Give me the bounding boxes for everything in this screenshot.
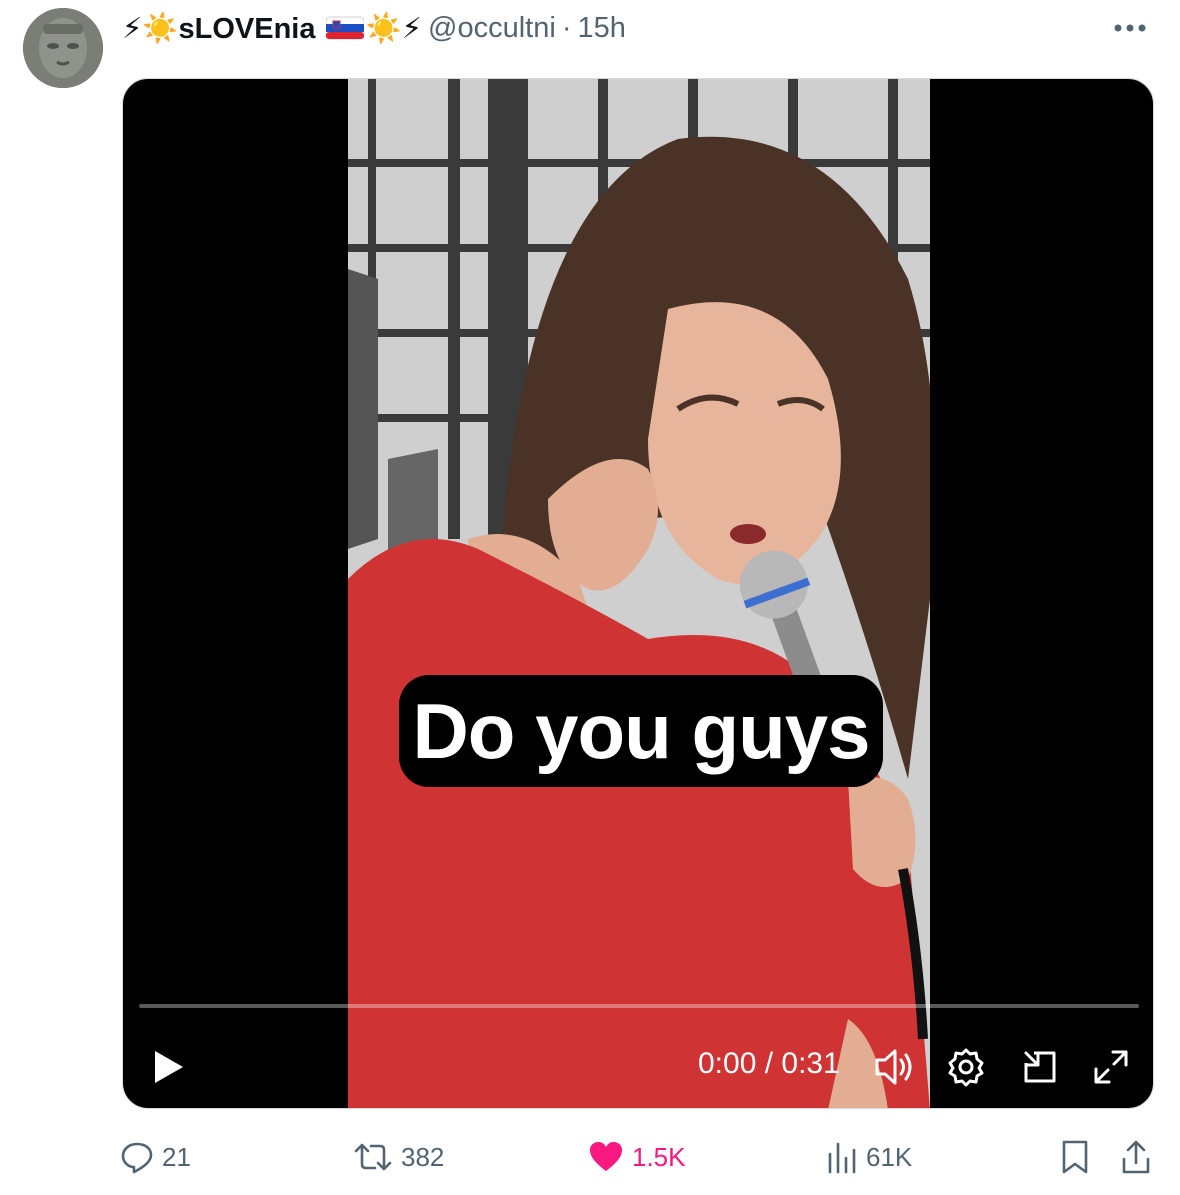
more-icon <box>1114 24 1146 32</box>
video-caption: Do you guys <box>399 675 883 787</box>
more-button[interactable] <box>1110 10 1150 46</box>
repost-icon <box>354 1143 392 1171</box>
volume-button[interactable] <box>873 1047 915 1087</box>
reply-count: 21 <box>162 1141 191 1172</box>
repost-count: 382 <box>401 1141 445 1172</box>
like-count: 1.5K <box>632 1141 686 1172</box>
play-icon <box>155 1051 183 1083</box>
post-time[interactable]: 15h <box>577 12 625 45</box>
reply-icon <box>121 1142 153 1174</box>
author-name[interactable]: ⚡☀️sLOVEnia ☀️⚡ <box>122 11 422 46</box>
bookmark-button[interactable] <box>1060 1135 1090 1179</box>
video-still <box>348 79 930 1108</box>
author-handle[interactable]: @occultni <box>428 12 556 45</box>
video-frame: Do you guys <box>348 79 930 1108</box>
views-button[interactable]: 61K <box>826 1135 912 1179</box>
post-actions: 21 382 1.5K 61K <box>0 1135 1180 1179</box>
name-suffix-emoji: ☀️⚡ <box>365 12 423 45</box>
bookmark-icon <box>1062 1140 1088 1174</box>
views-icon <box>828 1142 856 1174</box>
share-icon <box>1122 1140 1150 1174</box>
avatar-image <box>23 8 103 88</box>
fullscreen-button[interactable] <box>1091 1047 1131 1087</box>
share-button[interactable] <box>1120 1135 1152 1179</box>
picture-in-picture-button[interactable] <box>1020 1047 1060 1087</box>
repost-button[interactable]: 382 <box>353 1135 444 1179</box>
meta-separator: · <box>561 11 572 44</box>
video-progress-bar[interactable] <box>139 1004 1139 1008</box>
pip-icon <box>1024 1051 1056 1083</box>
settings-button[interactable] <box>946 1047 986 1087</box>
view-count: 61K <box>866 1141 913 1172</box>
like-icon <box>590 1142 622 1171</box>
like-button[interactable]: 1.5K <box>588 1135 686 1179</box>
name-prefix-emoji: ⚡☀️ <box>122 12 179 45</box>
play-button[interactable] <box>149 1047 189 1087</box>
avatar[interactable] <box>23 8 103 88</box>
slovenia-flag-icon <box>325 16 365 39</box>
video-timecode: 0:00 / 0:31 <box>698 1047 840 1080</box>
video-player[interactable]: Do you guys 0:00 / 0:31 <box>122 78 1154 1109</box>
fullscreen-icon <box>1094 1050 1128 1084</box>
reply-button[interactable]: 21 <box>120 1135 191 1179</box>
settings-icon <box>948 1048 984 1087</box>
volume-icon <box>875 1049 912 1085</box>
post-header: ⚡☀️sLOVEnia ☀️⚡ @occultni · 15h <box>122 6 626 50</box>
name-text: sLOVEnia <box>178 12 316 45</box>
